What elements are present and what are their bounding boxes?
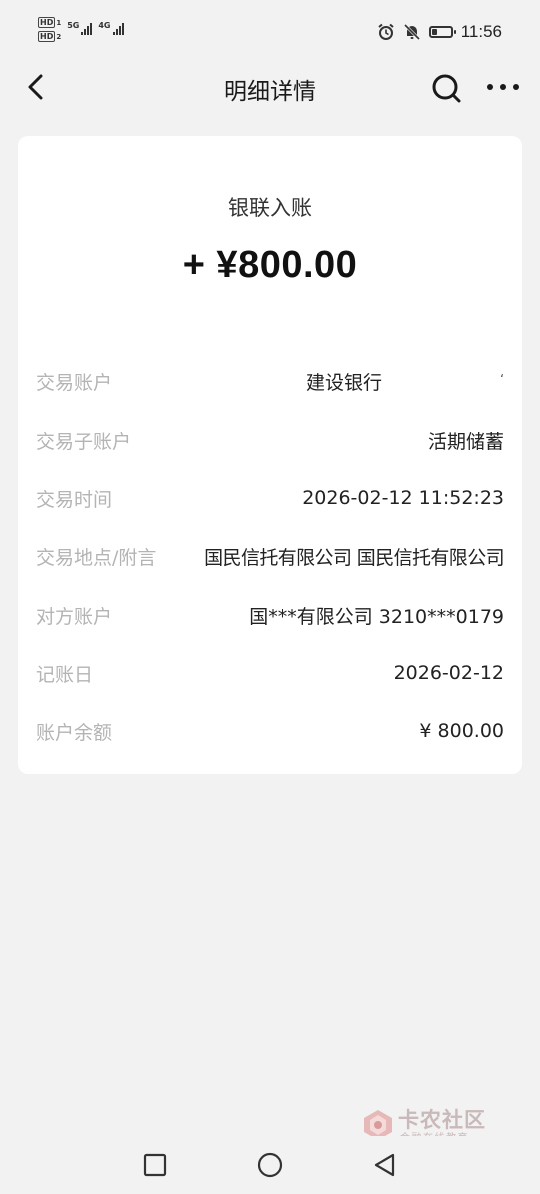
tick-mark: ‘	[500, 372, 504, 386]
search-icon[interactable]	[428, 70, 464, 106]
back-triangle-icon[interactable]	[370, 1150, 400, 1180]
hd-indicators: HD 1 HD 2	[38, 17, 61, 42]
network-5g-label: 5G	[67, 21, 80, 30]
battery-level	[431, 29, 437, 35]
detail-label: 记账日	[36, 663, 94, 686]
system-nav-bar	[0, 1136, 540, 1194]
hd-sub-1: 1	[56, 18, 62, 27]
transaction-type: 银联入账	[228, 196, 312, 220]
status-right: 11:56	[377, 22, 502, 42]
detail-value: ¥ 800.00	[419, 720, 504, 742]
transaction-amount: + ¥800.00	[182, 244, 358, 286]
status-bar: HD 1 HD 2 5G 4G 11:56	[0, 0, 540, 64]
detail-value: 国***有限公司 3210***0179	[249, 605, 504, 628]
transaction-detail-card: 银联入账 + ¥800.00 交易账户 建设银行 ‘ 交易子账户 活期储蓄 交易…	[18, 136, 522, 774]
detail-label: 交易账户	[36, 371, 113, 394]
detail-row-account: 交易账户 建设银行 ‘	[36, 366, 504, 396]
hd-label-2: HD	[38, 31, 56, 42]
detail-row-location: 交易地点/附言 国民信托有限公司 国民信托有限公司	[36, 541, 505, 571]
signal-bars-icon	[81, 21, 93, 35]
detail-row-balance: 账户余额 ¥ 800.00	[36, 716, 504, 746]
signal-bars-icon	[112, 21, 124, 35]
detail-row-counterparty: 对方账户 国***有限公司 3210***0179	[36, 600, 504, 630]
home-icon[interactable]	[255, 1150, 285, 1180]
hd-indicator-1: HD 1	[38, 17, 61, 28]
detail-row-time: 交易时间 2026-02-12 11:52:23	[36, 483, 504, 513]
detail-value: 国民信托有限公司 国民信托有限公司	[204, 546, 504, 569]
detail-value: 建设银行	[305, 371, 382, 394]
mute-icon	[403, 23, 420, 41]
more-icon[interactable]	[484, 76, 522, 98]
hd-label-1: HD	[38, 17, 56, 28]
detail-label: 交易地点/附言	[36, 546, 157, 569]
detail-value: 活期储蓄	[427, 430, 504, 453]
detail-row-subaccount: 交易子账户 活期储蓄	[36, 425, 504, 455]
network-4g-label: 4G	[98, 21, 111, 30]
hd-indicator-2: HD 2	[38, 31, 61, 42]
status-time: 11:56	[460, 22, 502, 41]
alarm-icon	[378, 23, 394, 40]
detail-row-posting-date: 记账日 2026-02-12	[36, 658, 504, 688]
recent-apps-icon[interactable]	[140, 1150, 170, 1180]
signal-5g: 5G	[67, 21, 93, 35]
header: 明细详情	[0, 64, 540, 110]
detail-label: 交易时间	[36, 488, 113, 511]
detail-label: 账户余额	[36, 721, 113, 744]
hd-sub-2: 2	[56, 32, 62, 41]
detail-label: 对方账户	[36, 605, 113, 628]
detail-label: 交易子账户	[36, 430, 132, 453]
detail-value: 2026-02-12	[393, 662, 504, 684]
status-left: HD 1 HD 2 5G 4G	[38, 17, 124, 42]
battery-icon	[428, 26, 456, 38]
signal-4g: 4G	[98, 21, 124, 35]
detail-value: 2026-02-12 11:52:23	[302, 487, 504, 509]
